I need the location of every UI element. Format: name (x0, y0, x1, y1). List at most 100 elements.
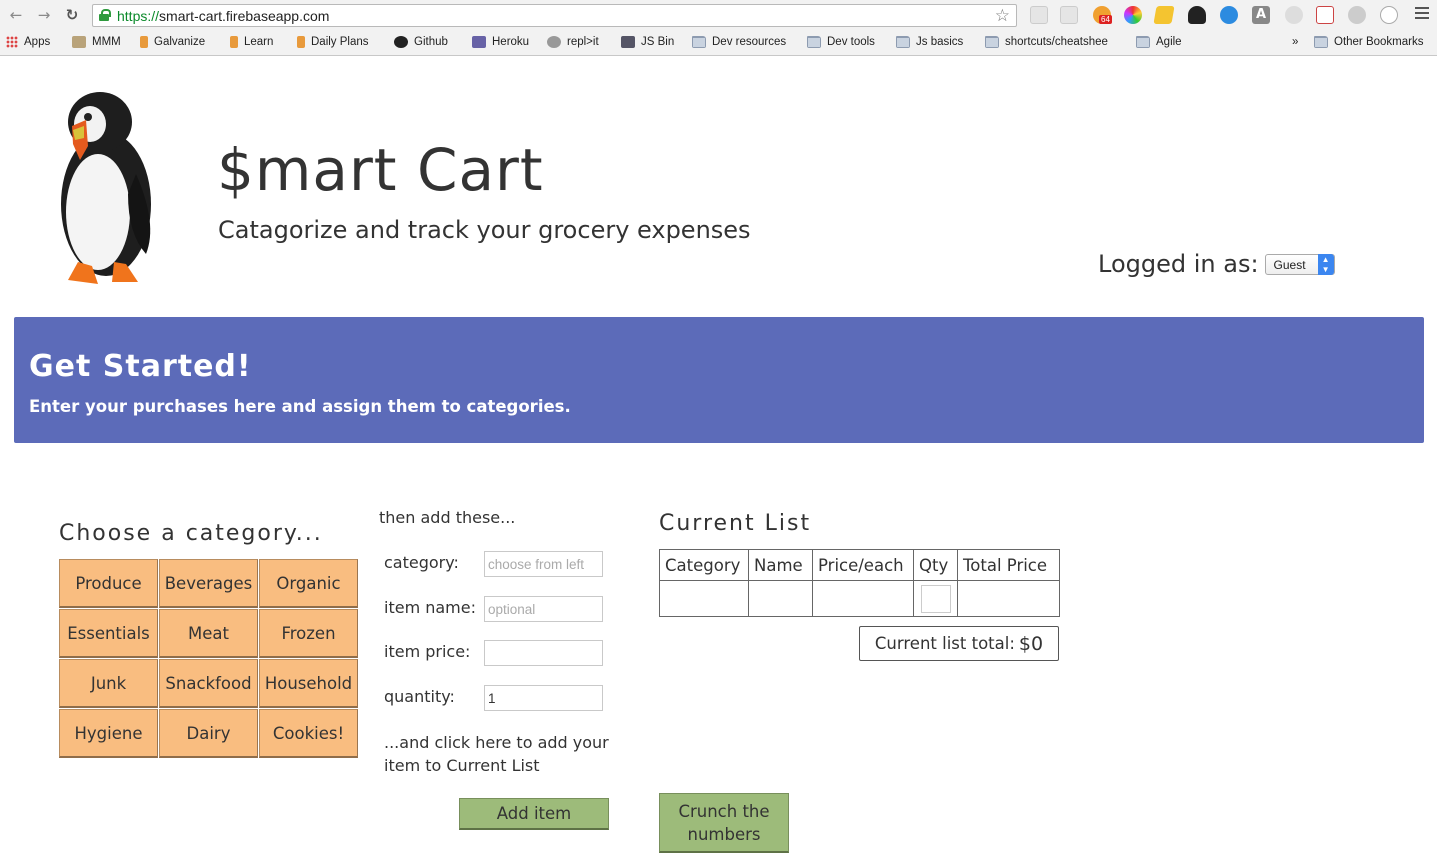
address-bar[interactable]: https://smart-cart.firebaseapp.com ☆ (92, 4, 1017, 27)
get-started-banner: Get Started! Enter your purchases here a… (14, 317, 1424, 443)
weather-extension-icon[interactable]: 64 (1093, 6, 1112, 24)
jsbin-icon (621, 36, 635, 48)
bookmark-galvanize[interactable]: Galvanize (140, 36, 205, 48)
table-cell (748, 580, 813, 617)
galvanize-icon (297, 36, 305, 48)
category-essentials-button[interactable]: Essentials (59, 609, 158, 658)
chrome-menu-icon[interactable] (1415, 7, 1429, 21)
repl-icon (547, 36, 561, 48)
extension-badge: 64 (1099, 15, 1112, 24)
extension-blank-icon[interactable] (1060, 6, 1078, 24)
bookmark-github[interactable]: Github (394, 36, 448, 48)
current-list-table: Category Name Price/each Qty Total Price (659, 549, 1060, 617)
bookmark-agile[interactable]: Agile (1136, 36, 1182, 48)
category-field[interactable] (484, 551, 603, 577)
bookmark-shortcuts[interactable]: shortcuts/cheatshee (985, 36, 1120, 48)
category-snackfood-button[interactable]: Snackfood (159, 659, 258, 708)
heroku-icon (472, 36, 486, 48)
bookmark-star-icon[interactable]: ☆ (995, 6, 1010, 26)
list-total-value: $0 (1018, 632, 1044, 655)
reload-icon[interactable]: ↻ (62, 5, 82, 25)
table-cell (957, 580, 1060, 617)
category-heading: Choose a category... (59, 521, 323, 546)
bookmark-heroku[interactable]: Heroku (472, 36, 529, 48)
column-header-qty: Qty (913, 549, 958, 581)
folder-icon (896, 36, 910, 48)
category-organic-button[interactable]: Organic (259, 559, 358, 608)
banner-title: Get Started! (29, 349, 252, 384)
bookmark-jsbin[interactable]: JS Bin (621, 36, 674, 48)
bookmark-learn[interactable]: Learn (230, 36, 273, 48)
table-cell (659, 580, 749, 617)
bookmark-dev-resources[interactable]: Dev resources (692, 36, 786, 48)
app-subtitle: Catagorize and track your grocery expens… (218, 216, 751, 244)
lock-icon (99, 9, 111, 21)
category-frozen-button[interactable]: Frozen (259, 609, 358, 658)
category-label: category: (384, 553, 459, 572)
select-arrows-icon: ▲ ▼ (1317, 253, 1334, 275)
table-row (659, 580, 1060, 617)
crunch-numbers-button[interactable]: Crunch the numbers (659, 793, 789, 853)
user-select-value: Guest (1273, 257, 1306, 272)
bookmark-apps[interactable]: Apps (6, 36, 50, 48)
folder-icon (1136, 36, 1150, 48)
list-total: Current list total: $0 (859, 626, 1059, 661)
form-heading: then add these... (379, 508, 516, 527)
bookmark-js-basics[interactable]: Js basics (896, 36, 963, 48)
m-extension-icon[interactable] (1348, 6, 1366, 24)
category-meat-button[interactable]: Meat (159, 609, 258, 658)
item-price-field[interactable] (484, 640, 603, 666)
forward-icon[interactable]: → (34, 5, 54, 25)
app-title: $mart Cart (217, 136, 544, 204)
color-picker-extension-icon[interactable] (1124, 6, 1142, 24)
map-icon (72, 36, 86, 48)
category-junk-button[interactable]: Junk (59, 659, 158, 708)
user-select[interactable]: Guest ▲ ▼ (1264, 253, 1335, 275)
column-header-price-each: Price/each (812, 549, 914, 581)
logged-in-label: Logged in as: (1098, 250, 1259, 278)
add-item-note: ...and click here to add your item to Cu… (384, 733, 609, 775)
circle-extension-icon[interactable] (1380, 6, 1398, 24)
apps-grid-icon (6, 36, 18, 48)
extension-blank-icon[interactable] (1030, 6, 1048, 24)
bookmark-dev-tools[interactable]: Dev tools (807, 36, 875, 48)
a-extension-icon[interactable]: A (1252, 6, 1270, 24)
bookmark-replit[interactable]: repl>it (547, 36, 599, 48)
item-price-label: item price: (384, 642, 471, 661)
url-text: https://smart-cart.firebaseapp.com (117, 8, 330, 24)
browser-chrome: ← → ↻ https://smart-cart.firebaseapp.com… (0, 0, 1437, 56)
qty-input[interactable] (920, 584, 951, 613)
github-icon (394, 36, 408, 48)
penguin-extension-icon[interactable] (1188, 6, 1206, 24)
item-name-field[interactable] (484, 596, 603, 622)
banner-text: Enter your purchases here and assign the… (29, 397, 571, 416)
column-header-total-price: Total Price (957, 549, 1060, 581)
category-grid: Produce Beverages Organic Essentials Mea… (59, 559, 360, 759)
category-cookies-button[interactable]: Cookies! (259, 709, 358, 758)
bookmark-mmm[interactable]: MMM (72, 36, 121, 48)
category-dairy-button[interactable]: Dairy (159, 709, 258, 758)
galvanize-icon (140, 36, 148, 48)
table-cell (812, 580, 914, 617)
bookmarks-overflow-button[interactable]: » (1292, 36, 1298, 48)
calendar-extension-icon[interactable] (1316, 6, 1334, 24)
bookmark-daily-plans[interactable]: Daily Plans (297, 36, 369, 48)
folder-icon (807, 36, 821, 48)
bookmark-other[interactable]: Other Bookmarks (1314, 36, 1423, 48)
category-hygiene-button[interactable]: Hygiene (59, 709, 158, 758)
add-item-button[interactable]: Add item (459, 798, 609, 830)
quantity-field[interactable] (484, 685, 603, 711)
folder-icon (692, 36, 706, 48)
galvanize-icon (230, 36, 238, 48)
table-header-row: Category Name Price/each Qty Total Price (659, 549, 1060, 581)
bookmarks-bar: Apps MMM Galvanize Learn Daily Plans Git… (0, 33, 1437, 55)
v-extension-icon[interactable] (1220, 6, 1238, 24)
react-extension-icon[interactable] (1285, 6, 1303, 24)
back-icon[interactable]: ← (6, 5, 26, 25)
category-produce-button[interactable]: Produce (59, 559, 158, 608)
column-header-name: Name (748, 549, 813, 581)
category-household-button[interactable]: Household (259, 659, 358, 708)
notes-extension-icon[interactable] (1153, 6, 1175, 24)
list-total-label: Current list total: (874, 634, 1015, 653)
category-beverages-button[interactable]: Beverages (159, 559, 258, 608)
